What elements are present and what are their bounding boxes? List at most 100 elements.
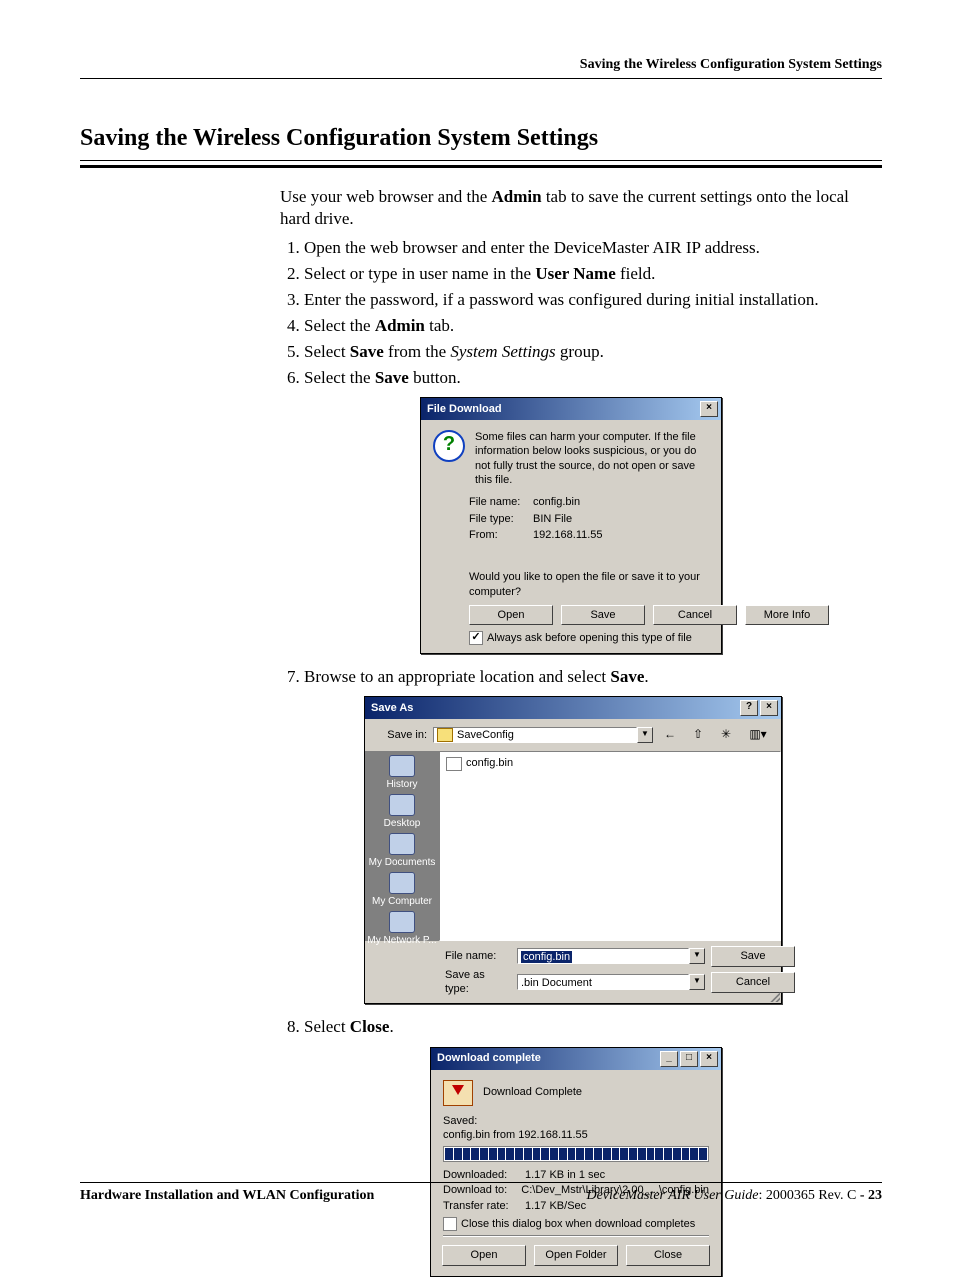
step-5-mid: from the <box>384 342 451 361</box>
documents-icon <box>389 833 415 855</box>
step-6-bold: Save <box>375 368 409 387</box>
places-mynet[interactable]: My Network P... <box>367 911 436 947</box>
close-icon[interactable]: × <box>700 401 718 417</box>
places-mydocs-label: My Documents <box>369 856 436 869</box>
fd-titlebar[interactable]: File Download × <box>421 398 721 420</box>
sa-titlebar[interactable]: Save As ? × <box>365 697 781 719</box>
step-4: Select the Admin tab. <box>304 315 882 337</box>
download-complete-dialog: Download complete _ □ × Download Complet… <box>430 1047 722 1277</box>
cancel-button[interactable]: Cancel <box>653 605 737 625</box>
file-download-dialog: File Download × ? Some files can harm yo… <box>420 397 722 654</box>
chevron-down-icon[interactable]: ▼ <box>637 727 653 743</box>
up-icon[interactable]: ⇧ <box>687 725 709 745</box>
step-4-pre: Select the <box>304 316 375 335</box>
dc-close-on-complete-row[interactable]: Close this dialog box when download comp… <box>443 1217 709 1231</box>
fd-always-ask-row[interactable]: ✓ Always ask before opening this type of … <box>469 631 709 645</box>
step-8-post: . <box>389 1017 393 1036</box>
places-desktop[interactable]: Desktop <box>384 794 421 830</box>
title-rule <box>80 160 882 168</box>
step-2-post: field. <box>616 264 656 283</box>
running-header: Saving the Wireless Configuration System… <box>80 56 882 79</box>
steps-list: Open the web browser and enter the Devic… <box>280 237 882 390</box>
fd-k-filetype: File type: <box>469 512 525 526</box>
step-1: Open the web browser and enter the Devic… <box>304 237 882 259</box>
saveas-type-label: Save as type: <box>445 968 511 997</box>
steps-list-3: Select Close. <box>280 1016 882 1038</box>
steps-list-2: Browse to an appropriate location and se… <box>280 666 882 688</box>
fd-v-from: 192.168.11.55 <box>533 528 603 542</box>
list-item[interactable]: config.bin <box>446 756 774 770</box>
new-folder-icon[interactable]: ✳ <box>715 725 737 745</box>
views-icon[interactable]: ▥▾ <box>743 725 773 745</box>
save-button[interactable]: Save <box>561 605 645 625</box>
sa-title: Save As <box>371 701 413 715</box>
step-2-pre: Select or type in user name in the <box>304 264 535 283</box>
help-icon[interactable]: ? <box>740 700 758 716</box>
fd-k-from: From: <box>469 528 525 542</box>
step-3: Enter the password, if a password was co… <box>304 289 882 311</box>
fd-always-ask-label: Always ask before opening this type of f… <box>487 632 692 644</box>
saveas-type-field[interactable]: .bin Document ▼ <box>517 974 705 990</box>
question-icon: ? <box>433 430 465 462</box>
dc-header: Download Complete <box>483 1085 582 1099</box>
places-mydocs[interactable]: My Documents <box>369 833 436 869</box>
step-4-bold: Admin <box>375 316 425 335</box>
step-6: Select the Save button. <box>304 367 882 389</box>
dc-saved-value: config.bin from 192.168.11.55 <box>443 1128 709 1142</box>
open-button[interactable]: Open <box>442 1245 526 1265</box>
places-desktop-label: Desktop <box>384 817 421 830</box>
file-listing[interactable]: config.bin <box>439 751 781 941</box>
save-button[interactable]: Save <box>711 946 795 966</box>
minimize-icon[interactable]: _ <box>660 1051 678 1067</box>
close-button[interactable]: Close <box>626 1245 710 1265</box>
step-7-post: . <box>644 667 648 686</box>
page-title: Saving the Wireless Configuration System… <box>80 123 882 154</box>
chevron-down-icon[interactable]: ▼ <box>689 974 705 990</box>
page-footer: Hardware Installation and WLAN Configura… <box>80 1182 882 1205</box>
step-5-post: group. <box>556 342 604 361</box>
close-icon[interactable]: × <box>760 700 778 716</box>
fd-title: File Download <box>427 402 502 416</box>
saveas-type-value: .bin Document <box>517 974 689 990</box>
close-icon[interactable]: × <box>700 1051 718 1067</box>
save-in-combo[interactable]: SaveConfig ▼ <box>433 727 653 743</box>
places-history-label: History <box>386 778 417 791</box>
more-info-button[interactable]: More Info <box>745 605 829 625</box>
maximize-icon[interactable]: □ <box>680 1051 698 1067</box>
dc-titlebar[interactable]: Download complete _ □ × <box>431 1048 721 1070</box>
resize-grip-icon[interactable] <box>768 990 780 1002</box>
footer-right: DeviceMaster AIR User Guide: 2000365 Rev… <box>586 1187 882 1205</box>
step-7-pre: Browse to an appropriate location and se… <box>304 667 610 686</box>
places-mycomp[interactable]: My Computer <box>372 872 432 908</box>
save-in-label: Save in: <box>373 728 427 742</box>
filename-field[interactable]: config.bin ▼ <box>517 948 705 964</box>
back-icon[interactable]: ← <box>659 725 681 745</box>
checkbox-icon[interactable] <box>443 1217 457 1231</box>
step-8-pre: Select <box>304 1017 350 1036</box>
dc-k-dl: Downloaded: <box>443 1168 517 1182</box>
download-icon <box>443 1080 473 1106</box>
footer-guide-title: DeviceMaster AIR User Guide <box>586 1188 758 1203</box>
fd-v-filetype: BIN File <box>533 512 572 526</box>
step-4-post: tab. <box>425 316 454 335</box>
fd-k-filename: File name: <box>469 495 525 509</box>
step-5-pre: Select <box>304 342 350 361</box>
fd-metadata: File name:config.bin File type:BIN File … <box>469 495 709 542</box>
computer-icon <box>389 872 415 894</box>
progress-bar <box>443 1146 709 1162</box>
save-in-value: SaveConfig <box>457 728 514 742</box>
open-folder-button[interactable]: Open Folder <box>534 1245 618 1265</box>
footer-left: Hardware Installation and WLAN Configura… <box>80 1187 374 1205</box>
places-history[interactable]: History <box>386 755 417 791</box>
dc-checkbox-label: Close this dialog box when download comp… <box>461 1218 695 1230</box>
footer-rev: : 2000365 Rev. C <box>758 1188 859 1203</box>
places-bar: History Desktop My Documents My Computer… <box>365 751 439 941</box>
open-button[interactable]: Open <box>469 605 553 625</box>
checkbox-icon[interactable]: ✓ <box>469 631 483 645</box>
file-icon <box>446 757 462 771</box>
chevron-down-icon[interactable]: ▼ <box>689 948 705 964</box>
places-mynet-label: My Network P... <box>367 934 436 947</box>
cancel-button[interactable]: Cancel <box>711 972 795 992</box>
step-5-bold: Save <box>350 342 384 361</box>
filename-value: config.bin <box>521 951 572 963</box>
